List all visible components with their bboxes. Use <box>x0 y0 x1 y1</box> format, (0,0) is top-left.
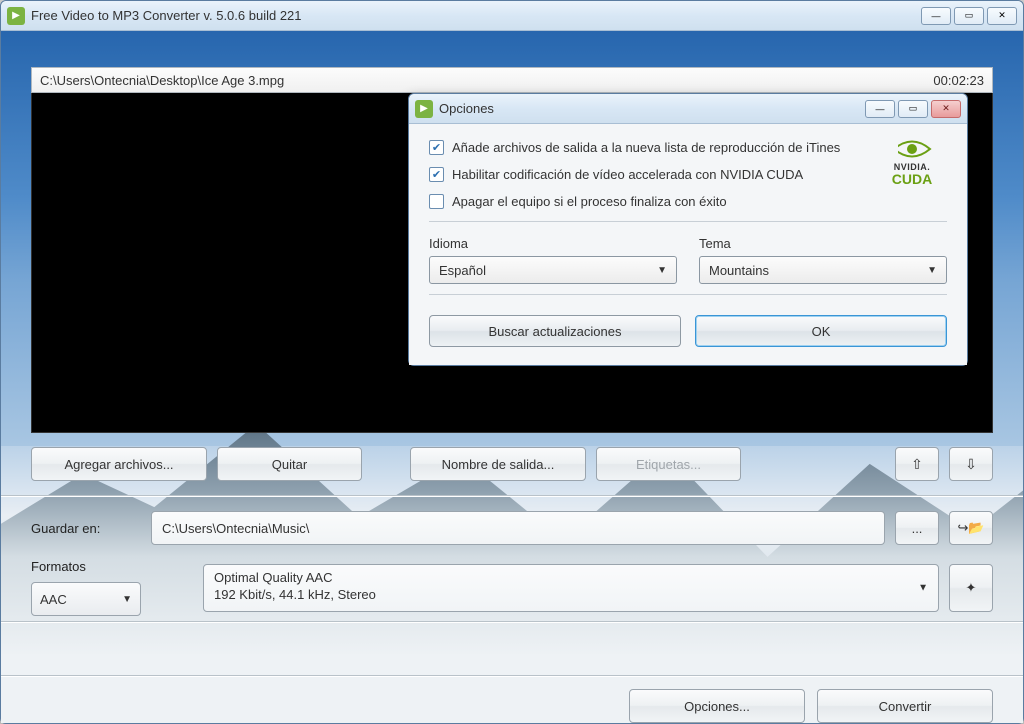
dialog-content: NVIDIA. CUDA ✔ Añade archivos de salida … <box>409 124 967 365</box>
formats-label: Formatos <box>31 559 141 574</box>
chevron-down-icon: ▼ <box>918 581 928 595</box>
dialog-titlebar: ▶ Opciones — ▭ ✕ <box>409 94 967 124</box>
dialog-close-button[interactable]: ✕ <box>931 100 961 118</box>
theme-value: Mountains <box>709 263 769 278</box>
save-to-label: Guardar en: <box>31 521 141 536</box>
quality-title: Optimal Quality AAC <box>214 569 928 587</box>
dialog-columns: Idioma Español ▼ Tema Mountains ▼ <box>429 236 947 284</box>
arrow-down-icon: ⇩ <box>965 456 977 473</box>
checkbox-checked-icon: ✔ <box>429 167 444 182</box>
convert-button[interactable]: Convertir <box>817 689 993 723</box>
language-col: Idioma Español ▼ <box>429 236 677 284</box>
remove-button[interactable]: Quitar <box>217 447 362 481</box>
add-files-button[interactable]: Agregar archivos... <box>31 447 207 481</box>
dialog-title: Opciones <box>439 101 494 116</box>
browse-label: ... <box>912 521 923 536</box>
theme-dropdown[interactable]: Mountains ▼ <box>699 256 947 284</box>
dialog-footer: Buscar actualizaciones OK <box>429 315 947 347</box>
main-minimize-button[interactable]: — <box>921 7 951 25</box>
option-shutdown-label: Apagar el equipo si el proceso finaliza … <box>452 194 727 209</box>
dialog-maximize-button[interactable]: ▭ <box>898 100 928 118</box>
option-cuda-label: Habilitar codificación de vídeo accelera… <box>452 167 803 182</box>
main-titlebar: ▶ Free Video to MP3 Converter v. 5.0.6 b… <box>1 1 1023 31</box>
check-updates-button[interactable]: Buscar actualizaciones <box>429 315 681 347</box>
quality-detail: 192 Kbit/s, 44.1 kHz, Stereo <box>214 586 928 604</box>
wizard-button[interactable]: ✦ <box>949 564 993 612</box>
save-to-input[interactable]: C:\Users\Ontecnia\Music\ <box>151 511 885 545</box>
nvidia-eye-icon <box>888 138 936 160</box>
dialog-icon: ▶ <box>415 100 433 118</box>
language-dropdown[interactable]: Español ▼ <box>429 256 677 284</box>
options-button[interactable]: Opciones... <box>629 689 805 723</box>
formats-row: Formatos AAC ▼ Optimal Quality AAC 192 K… <box>31 559 993 616</box>
app-icon: ▶ <box>7 7 25 25</box>
formats-left: Formatos AAC ▼ <box>31 559 141 616</box>
cuda-text: CUDA <box>881 172 943 186</box>
option-itunes-label: Añade archivos de salida a la nueva list… <box>452 140 840 155</box>
ok-button[interactable]: OK <box>695 315 947 347</box>
chevron-down-icon: ▼ <box>657 265 667 276</box>
chevron-down-icon: ▼ <box>122 594 132 605</box>
wand-icon: ✦ <box>966 580 977 596</box>
save-row: Guardar en: C:\Users\Ontecnia\Music\ ...… <box>31 511 993 545</box>
file-toolbar: Agregar archivos... Quitar Nombre de sal… <box>31 447 993 481</box>
move-up-button[interactable]: ⇧ <box>895 447 939 481</box>
file-path: C:\Users\Ontecnia\Desktop\Ice Age 3.mpg <box>40 73 284 88</box>
main-maximize-button[interactable]: ▭ <box>954 7 984 25</box>
duration: 00:02:23 <box>933 73 984 88</box>
dialog-separator-2 <box>429 294 947 295</box>
options-dialog: ▶ Opciones — ▭ ✕ NVIDIA. CUDA ✔ Añade ar… <box>408 93 968 366</box>
folder-icon: ↪📂 <box>957 520 984 536</box>
browse-button[interactable]: ... <box>895 511 939 545</box>
output-name-button[interactable]: Nombre de salida... <box>410 447 586 481</box>
option-cuda[interactable]: ✔ Habilitar codificación de vídeo accele… <box>429 167 947 182</box>
chevron-down-icon: ▼ <box>927 265 937 276</box>
format-value: AAC <box>40 592 67 607</box>
checkbox-unchecked-icon <box>429 194 444 209</box>
window-title: Free Video to MP3 Converter v. 5.0.6 bui… <box>31 8 302 23</box>
language-label: Idioma <box>429 236 677 251</box>
preview-header: C:\Users\Ontecnia\Desktop\Ice Age 3.mpg … <box>31 67 993 93</box>
separator-3 <box>1 675 1023 677</box>
nvidia-cuda-logo: NVIDIA. CUDA <box>881 138 943 186</box>
arrow-up-icon: ⇧ <box>911 456 923 473</box>
bottom-toolbar: Opciones... Convertir <box>31 689 993 723</box>
save-to-value: C:\Users\Ontecnia\Music\ <box>162 521 309 536</box>
dialog-separator-1 <box>429 221 947 222</box>
open-folder-button[interactable]: ↪📂 <box>949 511 993 545</box>
main-close-button[interactable]: ✕ <box>987 7 1017 25</box>
theme-col: Tema Mountains ▼ <box>699 236 947 284</box>
separator-2 <box>1 621 1023 623</box>
theme-label: Tema <box>699 236 947 251</box>
language-value: Español <box>439 263 486 278</box>
option-itunes[interactable]: ✔ Añade archivos de salida a la nueva li… <box>429 140 947 155</box>
tags-button[interactable]: Etiquetas... <box>596 447 741 481</box>
option-shutdown[interactable]: Apagar el equipo si el proceso finaliza … <box>429 194 947 209</box>
format-combo[interactable]: AAC ▼ <box>31 582 141 616</box>
move-down-button[interactable]: ⇩ <box>949 447 993 481</box>
quality-combo[interactable]: Optimal Quality AAC 192 Kbit/s, 44.1 kHz… <box>203 564 939 612</box>
checkbox-checked-icon: ✔ <box>429 140 444 155</box>
dialog-minimize-button[interactable]: — <box>865 100 895 118</box>
separator-1 <box>1 495 1023 497</box>
